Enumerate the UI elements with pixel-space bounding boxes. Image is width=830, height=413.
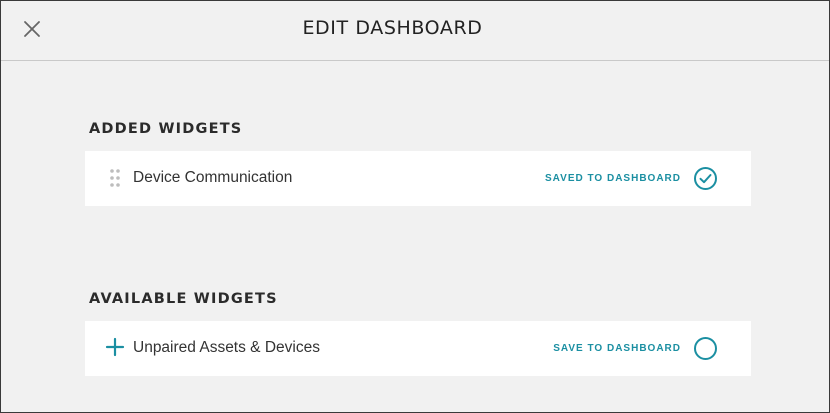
widget-row-unpaired-assets: Unpaired Assets & Devices SAVE TO DASHBO… (85, 321, 751, 376)
saved-toggle-button[interactable] (693, 166, 718, 191)
saved-status-label[interactable]: SAVED TO DASHBOARD (545, 173, 681, 184)
save-toggle-button[interactable] (693, 336, 718, 361)
widget-row-device-communication: Device Communication SAVED TO DASHBOARD (85, 151, 751, 206)
edit-dashboard-dialog: EDIT DASHBOARD ADDED WIDGETS Device Comm… (0, 0, 830, 413)
page-title: EDIT DASHBOARD (302, 17, 483, 39)
drag-handle-icon (110, 169, 120, 187)
empty-circle-icon (694, 337, 717, 360)
add-widget-button[interactable] (105, 337, 125, 357)
save-status-label[interactable]: SAVE TO DASHBOARD (553, 343, 681, 354)
widget-name: Device Communication (133, 169, 293, 186)
drag-handle[interactable] (109, 168, 121, 188)
plus-icon (105, 337, 125, 357)
dialog-header: EDIT DASHBOARD (1, 1, 829, 61)
widget-name: Unpaired Assets & Devices (133, 339, 320, 356)
available-widgets-heading: AVAILABLE WIDGETS (89, 291, 278, 307)
check-circle-icon (694, 167, 717, 190)
added-widgets-heading: ADDED WIDGETS (89, 121, 243, 137)
